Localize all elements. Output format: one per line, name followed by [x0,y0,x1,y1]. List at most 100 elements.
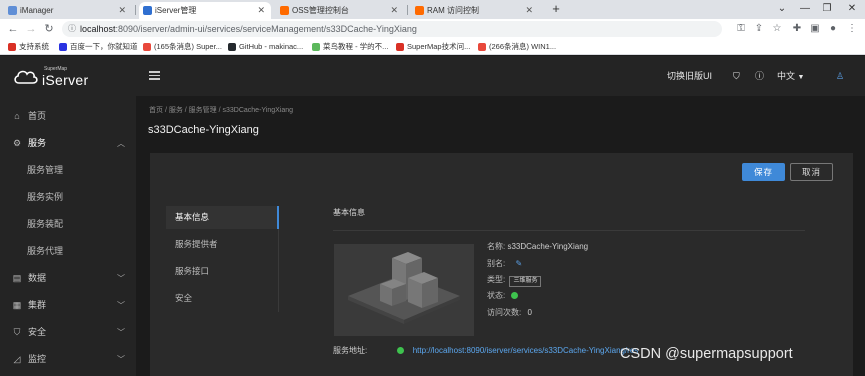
service-address-link[interactable]: http://localhost:8090/iserver/services/s… [413,346,639,355]
tab-basic-info[interactable]: 基本信息 [166,206,279,229]
key-icon[interactable]: ⚿ [734,22,748,36]
service-name-row: 名称: s33DCache-YingXiang [487,241,588,253]
tab-title: iServer管理 [155,6,197,15]
reload-icon[interactable]: ↻ [42,21,56,37]
bookmark-item[interactable]: (266条消息) WIN1... [478,41,556,53]
sidebar-item-home[interactable]: ⌂ 首页 [0,103,136,130]
tab-service-interfaces[interactable]: 服务接口 [166,260,279,283]
profile-icon[interactable]: ● [826,22,840,36]
service-alias-row: 别名: ✎ [487,258,522,270]
address-toolbar: ← → ↻ ⓘ localhost:8090/iserver/admin-ui/… [0,19,865,39]
chevron-down-icon: ﹀ [117,355,125,364]
info-icon[interactable]: ⓘ [68,21,76,37]
service-detail-panel: 保存 取消 基本信息 服务提供者 服务接口 安全 基本信息 名称: s33DCa… [150,153,853,376]
cancel-button[interactable]: 取消 [790,163,833,181]
tab-title: OSS管理控制台 [292,6,349,15]
url-path: :8090/iserver/admin-ui/services/serviceM… [115,24,417,34]
edit-pencil-icon[interactable]: ✎ [515,259,522,268]
bookmark-item[interactable]: 支持系统 [8,41,49,53]
close-tab-icon[interactable]: ✕ [257,2,265,19]
browser-tab-ram[interactable]: RAM 访问控制 ✕ [411,2,539,19]
help-icon[interactable]: ⓘ [755,70,764,82]
new-tab-button[interactable]: + [544,0,568,18]
supermap-cloud-logo-icon [14,70,38,84]
imanager-favicon-icon [8,6,17,15]
bookmark-item[interactable]: SuperMap技术问... [396,41,470,53]
bookmark-item[interactable]: 百度一下，你就知道 [59,41,138,53]
close-window-icon[interactable]: ✕ [840,0,864,18]
monitor-icon: ◿ [13,354,21,364]
url-bar[interactable]: ⓘ localhost:8090/iserver/admin-ui/servic… [62,21,722,37]
minimize-icon[interactable]: — [793,0,817,18]
app-header: SuperMap iServer 切换旧版UI ⛉ ⓘ 中文 ▼ ♙ [0,56,865,96]
bookmarks-bar: 支持系统 百度一下，你就知道 (165条消息) Super... GitHub … [0,39,865,55]
sidebar-item-monitor[interactable]: ◿ 监控 ﹀ [0,346,136,373]
browser-tab-imanager[interactable]: iManager ✕ [4,2,132,19]
page-title: s33DCache-YingXiang [148,124,259,136]
service-status-row: 状态: [487,290,519,302]
close-tab-icon[interactable]: ✕ [525,2,533,19]
type-badge: 三维服务 [509,276,542,287]
tab-title: iManager [20,6,54,15]
share-icon[interactable]: ⇪ [752,22,766,36]
bookmark-item[interactable]: (165条消息) Super... [143,41,222,53]
switch-ui-link[interactable]: 切换旧版UI [667,70,712,82]
user-icon[interactable]: ♙ [836,70,844,82]
runoob-favicon-icon [312,43,320,51]
status-ok-icon [511,292,519,299]
aliyun-favicon-icon [415,6,424,15]
csdn-favicon-icon [143,43,151,51]
url-host: localhost [80,24,116,34]
chevron-down-icon: ﹀ [117,274,125,283]
sidebar-item-service-proxy[interactable]: 服务代理 [0,238,136,265]
close-tab-icon[interactable]: ✕ [118,2,126,19]
tab-divider [407,5,408,15]
bookmark-star-icon[interactable]: ☆ [770,22,784,36]
type-label: 类型: [487,275,506,284]
menu-icon[interactable]: ⋮ [845,22,859,36]
address-label: 服务地址: [333,346,368,355]
bookmark-label: 支持系统 [19,42,49,51]
sidebar-item-data[interactable]: ▤ 数据 ﹀ [0,265,136,292]
tab-service-providers[interactable]: 服务提供者 [166,233,279,256]
logo-product[interactable]: iServer [42,72,88,88]
browser-tab-oss[interactable]: OSS管理控制台 ✕ [276,2,404,19]
services-icon: ⚙ [12,138,22,148]
back-icon[interactable]: ← [6,21,20,37]
shirt-theme-icon[interactable]: ⛉ [733,70,740,82]
breadcrumb[interactable]: 首页 / 服务 / 服务管理 / s33DCache-YingXiang [149,105,293,115]
csdn-favicon-icon [478,43,486,51]
sidebar-item-security[interactable]: ⛉ 安全 ﹀ [0,319,136,346]
service-thumbnail [334,244,474,336]
menu-toggle-icon[interactable] [149,71,160,80]
tab-title: RAM 访问控制 [427,6,479,15]
sidepanel-icon[interactable]: ▣ [808,22,822,36]
sidebar-item-service-management[interactable]: 服务管理 [0,157,136,184]
sidebar-item-cluster[interactable]: ▦ 集群 ﹀ [0,292,136,319]
extensions-icon[interactable]: ✚ [790,22,804,36]
restore-icon[interactable]: ❐ [815,0,839,18]
sidebar-item-label: 数据 [28,273,47,283]
save-button[interactable]: 保存 [742,163,785,181]
bookmark-item[interactable]: 菜鸟教程 - 学的不... [312,41,388,53]
tab-security[interactable]: 安全 [166,287,279,310]
alias-label: 别名: [487,259,506,268]
section-title: 基本信息 [333,208,365,217]
browser-tab-iserver[interactable]: iServer管理 ✕ [139,2,271,19]
bookmark-item[interactable]: GitHub - makinac... [228,41,303,53]
visits-label: 访问次数: [487,308,522,317]
close-tab-icon[interactable]: ✕ [390,2,398,19]
bookmark-label: (165条消息) Super... [154,42,222,51]
sidebar-item-label: 集群 [28,300,47,310]
forward-icon[interactable]: → [24,21,38,37]
sidebar-item-label: 服务装配 [27,219,64,229]
sidebar-item-services[interactable]: ⚙ 服务 ︿ [0,130,136,157]
language-select[interactable]: 中文 ▼ [777,70,804,84]
sidebar-item-label: 安全 [28,327,47,337]
sidebar-item-service-instances[interactable]: 服务实例 [0,184,136,211]
data-icon: ▤ [12,273,22,283]
sidebar-item-label: 服务管理 [27,165,64,175]
chevron-down-icon: ﹀ [117,328,125,337]
tab-search-icon[interactable]: ⌄ [770,0,794,18]
sidebar-item-service-assembly[interactable]: 服务装配 [0,211,136,238]
